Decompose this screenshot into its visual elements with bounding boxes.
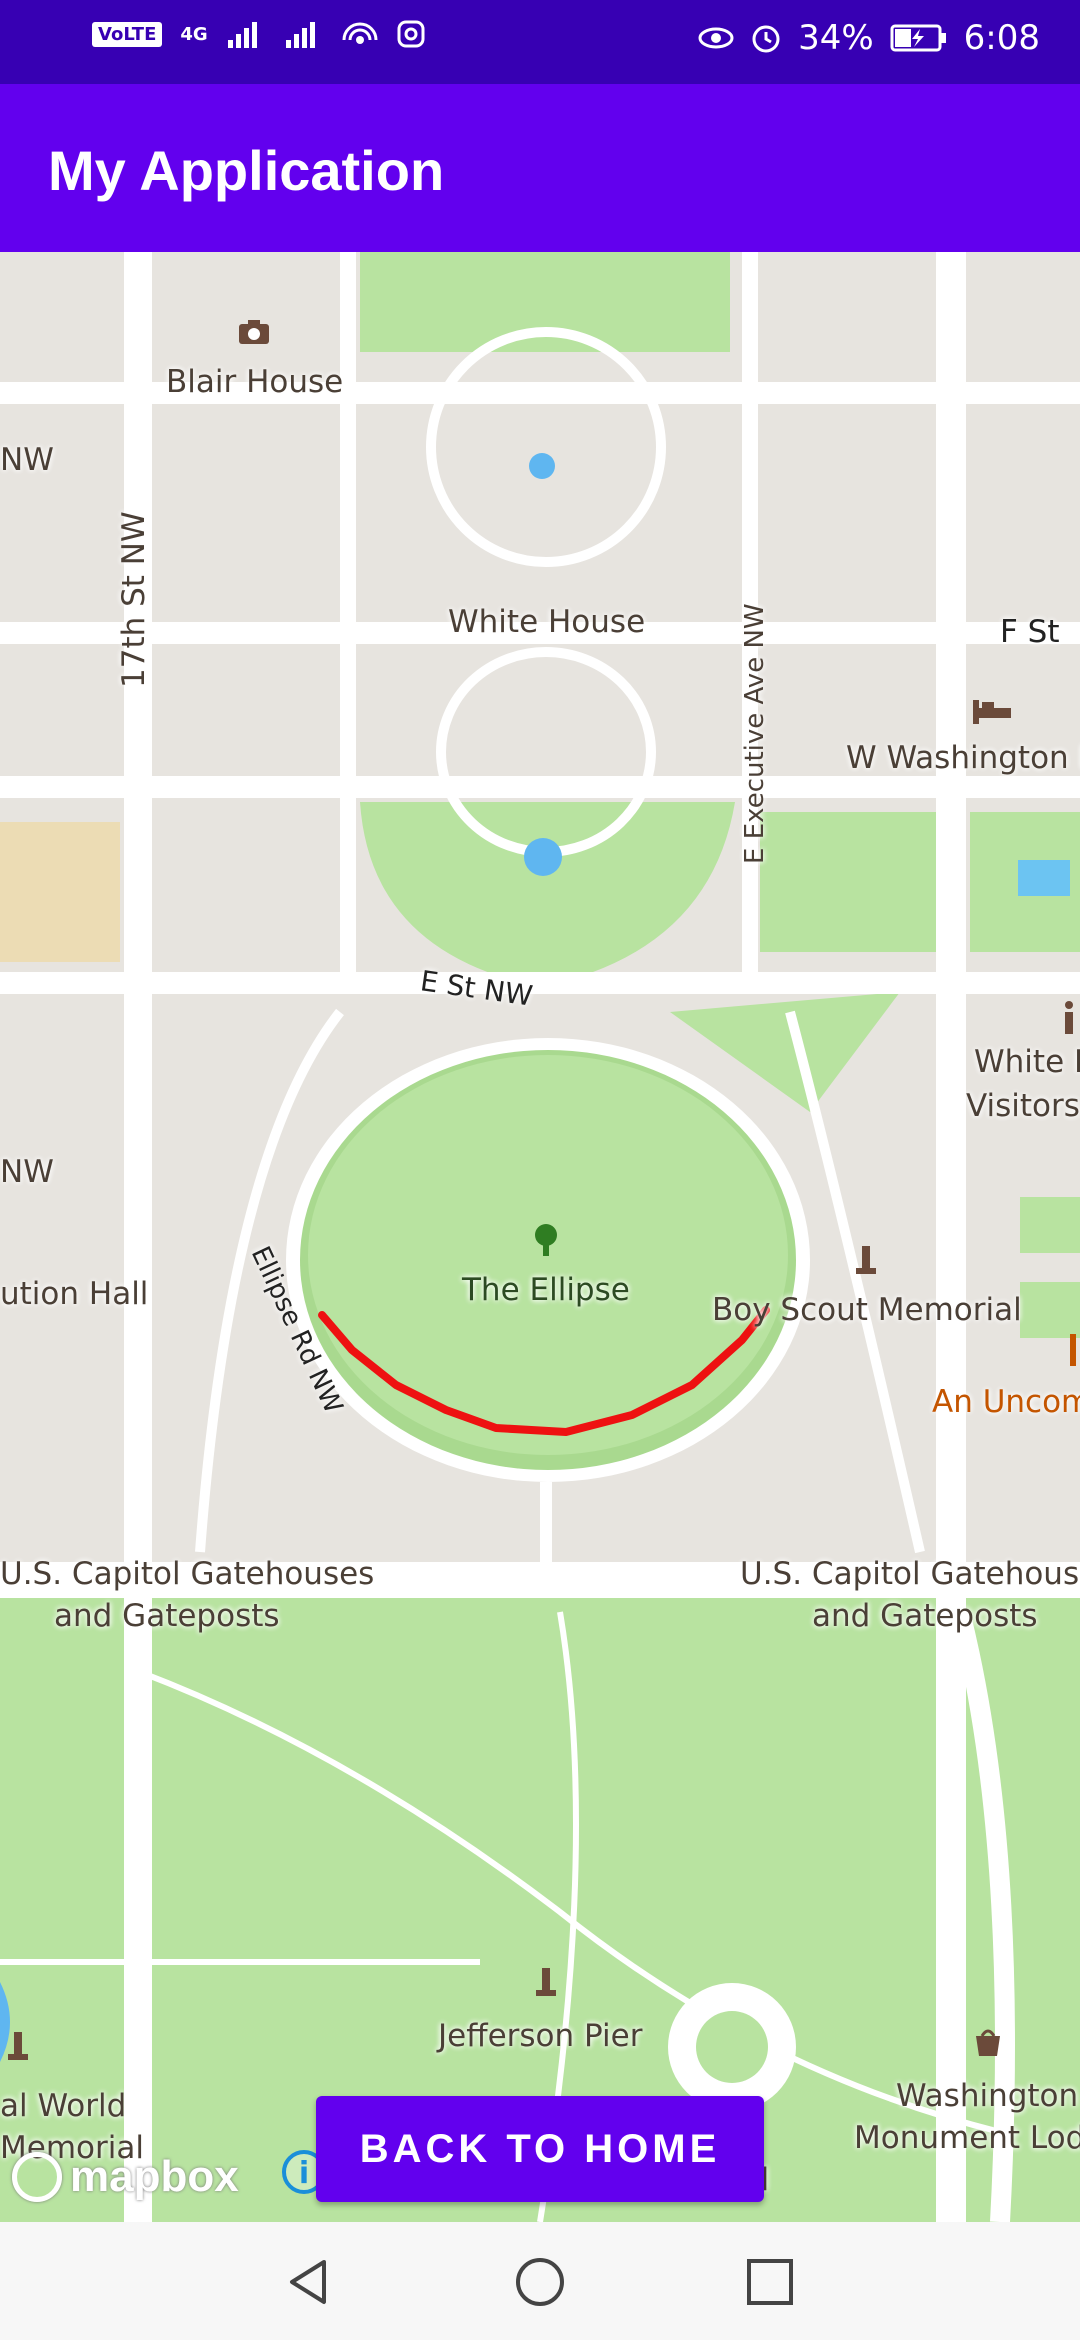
label-white-house-visitors-1: White H — [974, 1044, 1080, 1080]
recents-nav-icon[interactable] — [744, 2256, 796, 2308]
monument-icon-jefferson — [536, 1968, 556, 1996]
label-washington-monument-1: Washington — [896, 2078, 1079, 2114]
alarm-icon — [752, 25, 780, 53]
hotspot-icon — [342, 22, 378, 44]
monument-icon-left — [8, 2032, 28, 2060]
battery-icon — [890, 24, 946, 52]
label-washington-monument-2: Monument Lod — [854, 2120, 1080, 2156]
status-left: VoLTE 4G — [92, 18, 426, 50]
label-gatehouses-right-2: and Gateposts — [812, 1598, 1038, 1634]
mapbox-logo-icon — [12, 2152, 62, 2202]
shop-icon — [976, 2029, 1000, 2056]
battery-percent: 34% — [798, 18, 874, 58]
mapbox-logo[interactable]: mapbox — [12, 2152, 239, 2202]
eye-icon — [698, 27, 734, 49]
label-nw-2: NW — [0, 1154, 54, 1190]
label-w-washington: W Washington D — [846, 740, 1080, 776]
restaurant-icon — [1070, 1334, 1076, 1366]
signal-icon — [227, 22, 257, 48]
label-e-executive-ave: E Executive Ave NW — [740, 603, 770, 864]
network-type: 4G — [180, 23, 208, 45]
label-f-st: F St — [1000, 614, 1060, 650]
label-constitution-hall: ution Hall — [0, 1276, 149, 1312]
back-to-home-button[interactable]: BACK TO HOME — [316, 2096, 764, 2202]
instagram-icon — [397, 20, 425, 48]
hotel-icon — [973, 700, 1011, 724]
home-nav-icon[interactable] — [514, 2256, 566, 2308]
signal-icon-2 — [285, 22, 315, 48]
label-gatehouses-left-2: and Gateposts — [54, 1598, 280, 1634]
label-world-memorial-1: al World — [0, 2088, 127, 2124]
label-jefferson-pier: Jefferson Pier — [438, 2018, 643, 2054]
info-poi-icon — [1065, 1001, 1073, 1034]
label-boy-scout: Boy Scout Memorial — [712, 1292, 1022, 1328]
camera-icon — [239, 320, 269, 344]
status-bar: VoLTE 4G 34% 6:08 — [0, 0, 1080, 84]
label-white-house: White House — [448, 604, 646, 640]
status-right: 34% 6:08 — [698, 18, 1040, 58]
clock: 6:08 — [963, 18, 1040, 58]
label-an-uncom: An Uncom — [932, 1384, 1080, 1420]
label-white-house-visitors-2: Visitors — [966, 1088, 1080, 1124]
app-bar: My Application — [0, 84, 1080, 252]
label-gatehouses-right-1: U.S. Capitol Gatehouse — [740, 1556, 1080, 1592]
volte-badge: VoLTE — [92, 21, 163, 47]
label-blair-house: Blair House — [166, 364, 344, 400]
tree-icon — [535, 1224, 557, 1256]
label-17th-st: 17th St NW — [116, 511, 152, 688]
system-nav-bar — [0, 2222, 1080, 2340]
monument-icon — [856, 1246, 876, 1274]
mapbox-logo-text: mapbox — [70, 2152, 239, 2201]
label-nw-1: NW — [0, 442, 54, 478]
e-st-road — [0, 972, 1080, 994]
label-gatehouses-left-1: U.S. Capitol Gatehouses — [0, 1556, 375, 1592]
app-title: My Application — [48, 139, 445, 202]
label-the-ellipse: The Ellipse — [462, 1272, 630, 1308]
back-nav-icon[interactable] — [282, 2256, 334, 2308]
map-view[interactable]: Blair House White House 17th St NW E Exe… — [0, 252, 1080, 2222]
